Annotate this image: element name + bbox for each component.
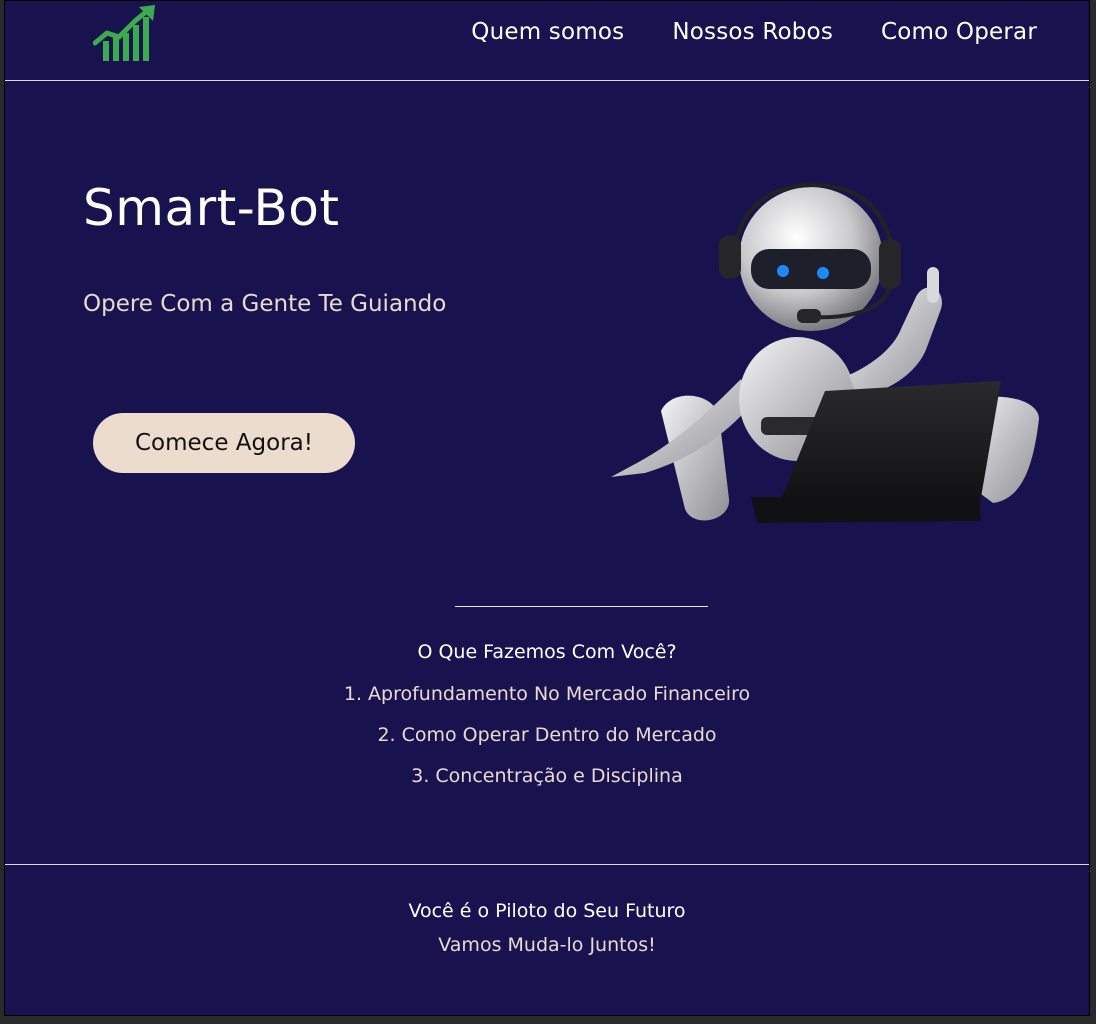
robot-with-laptop-image (611, 182, 1039, 523)
list-item: 3. Concentração e Disciplina (411, 765, 683, 787)
nav-quem-somos[interactable]: Quem somos (471, 19, 624, 45)
start-now-button[interactable]: Comece Agora! (93, 413, 355, 473)
section-divider (455, 606, 708, 607)
what-we-do-title: O Que Fazemos Com Você? (417, 641, 677, 663)
page-frame: Quem somos Nossos Robos Como Operar Smar… (4, 0, 1090, 1016)
what-we-do-list: 1. Aprofundamento No Mercado Financeiro … (5, 681, 1089, 804)
site-header: Quem somos Nossos Robos Como Operar (5, 1, 1089, 81)
nav-como-operar[interactable]: Como Operar (881, 19, 1037, 45)
list-item: 2. Como Operar Dentro do Mercado (377, 724, 717, 746)
hero-subtitle: Opere Com a Gente Te Guiando (83, 291, 447, 317)
list-item: 1. Aprofundamento No Mercado Financeiro (343, 683, 751, 705)
footer-tagline: Você é o Piloto do Seu Futuro (408, 900, 686, 922)
site-footer: Você é o Piloto do Seu Futuro Vamos Muda… (5, 864, 1089, 956)
hero-title: Smart-Bot (83, 179, 340, 237)
main-nav: Quem somos Nossos Robos Como Operar (471, 19, 1037, 45)
footer-subtagline: Vamos Muda-lo Juntos! (438, 934, 656, 956)
nav-nossos-robos[interactable]: Nossos Robos (672, 19, 833, 45)
chart-growth-icon[interactable] (93, 3, 157, 63)
